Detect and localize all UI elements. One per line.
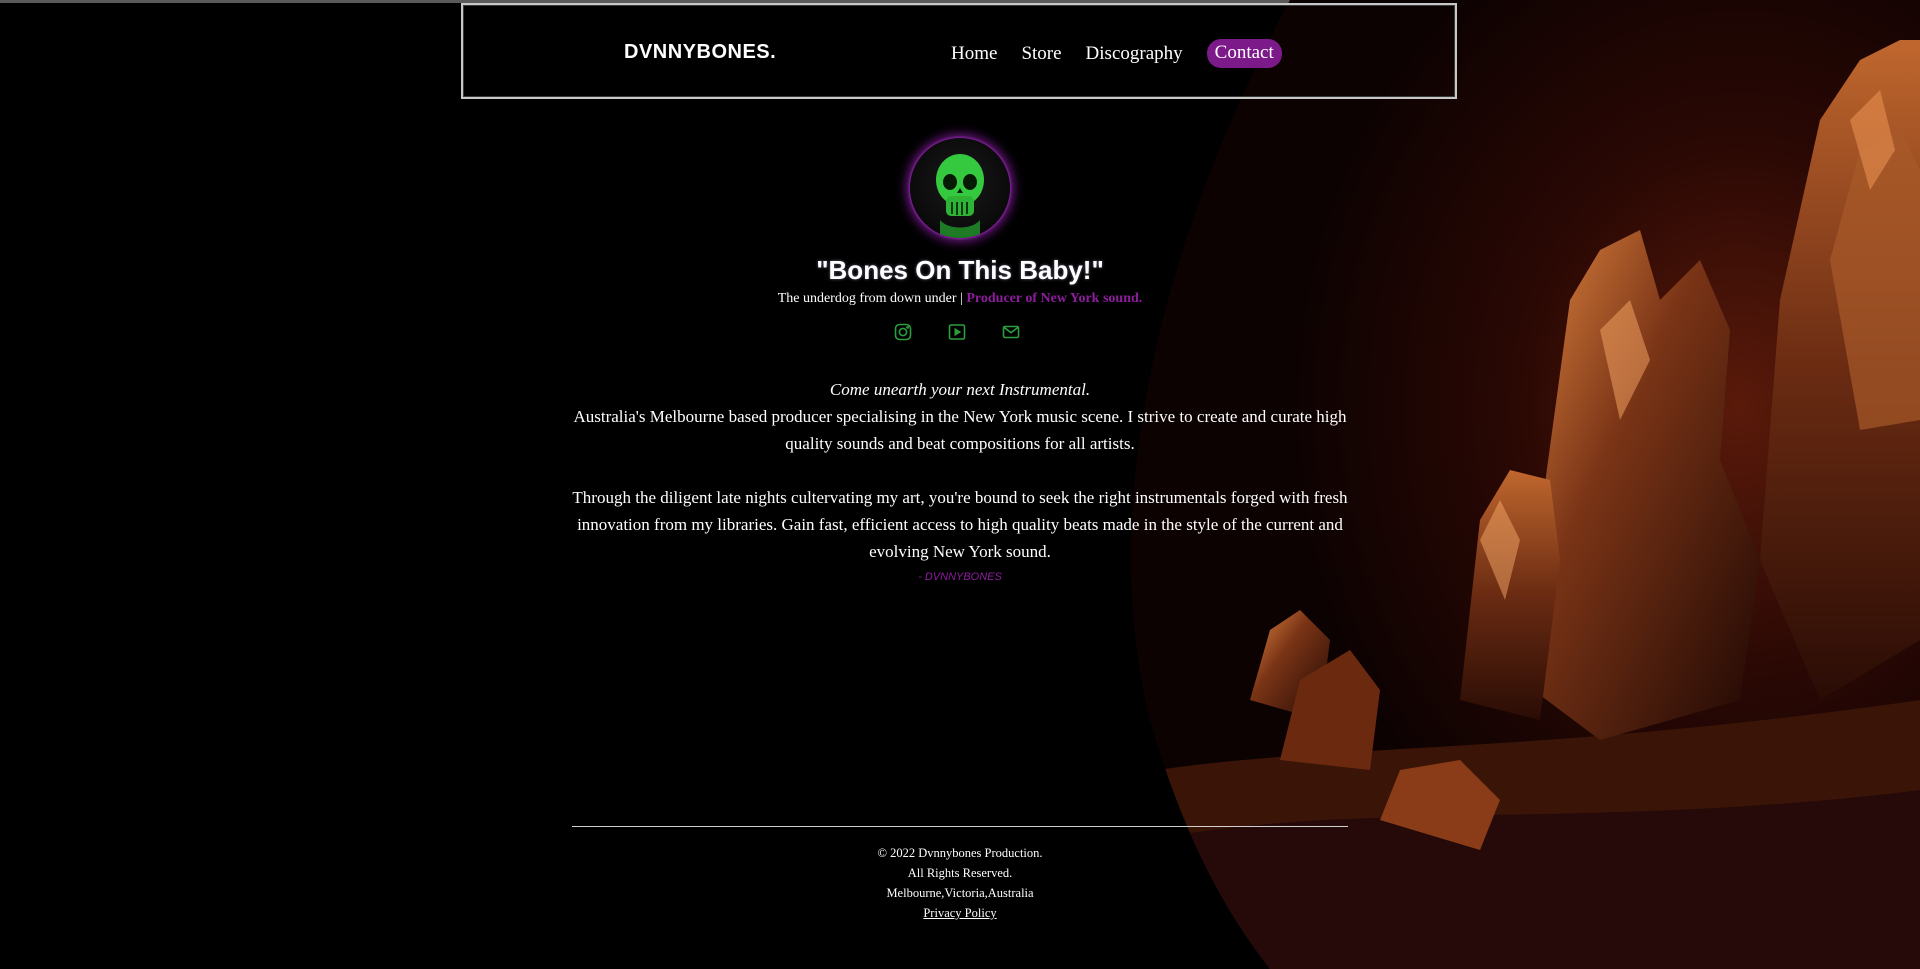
subtitle: The underdog from down under | Producer … <box>0 291 1920 307</box>
mail-icon[interactable] <box>1001 322 1021 342</box>
subtitle-text: The underdog from down under | <box>777 291 967 306</box>
about-paragraph-2: Through the diligent late nights culterv… <box>572 488 1348 561</box>
social-links <box>893 322 1021 342</box>
about-lead: Come unearth your next Instrumental. <box>829 380 1091 399</box>
avatar <box>910 138 1010 238</box>
rights-reserved: All Rights Reserved. <box>907 866 1013 880</box>
footer-divider <box>572 826 1348 827</box>
site-footer: © 2022 Dvnnybones Production. All Rights… <box>0 843 1920 923</box>
instagram-icon[interactable] <box>893 322 913 342</box>
site-header: DVNNYBONES. Home Store Discography Conta… <box>461 3 1457 99</box>
location: Melbourne,Victoria,Australia <box>886 886 1034 900</box>
nav-contact[interactable]: Contact <box>1206 39 1282 68</box>
nav-discography[interactable]: Discography <box>1086 43 1183 65</box>
copyright: © 2022 Dvnnybones Production. <box>877 846 1043 860</box>
about-paragraph-1: Australia's Melbourne based producer spe… <box>573 407 1347 453</box>
subtitle-accent: Producer of New York sound. <box>966 291 1143 306</box>
nav-home[interactable]: Home <box>951 43 997 65</box>
about-section: Come unearth your next Instrumental. Aus… <box>560 376 1360 565</box>
signature: - DVNNYBONES <box>918 571 1002 583</box>
nav-store[interactable]: Store <box>1021 43 1061 65</box>
green-skull-icon <box>936 154 984 238</box>
main-nav: Home Store Discography Contact <box>951 39 1282 68</box>
privacy-policy-link[interactable]: Privacy Policy <box>923 906 996 920</box>
tagline-heading: "Bones On This Baby!" <box>816 255 1104 285</box>
brand-logo[interactable]: DVNNYBONES. <box>624 41 776 64</box>
youtube-icon[interactable] <box>947 322 967 342</box>
